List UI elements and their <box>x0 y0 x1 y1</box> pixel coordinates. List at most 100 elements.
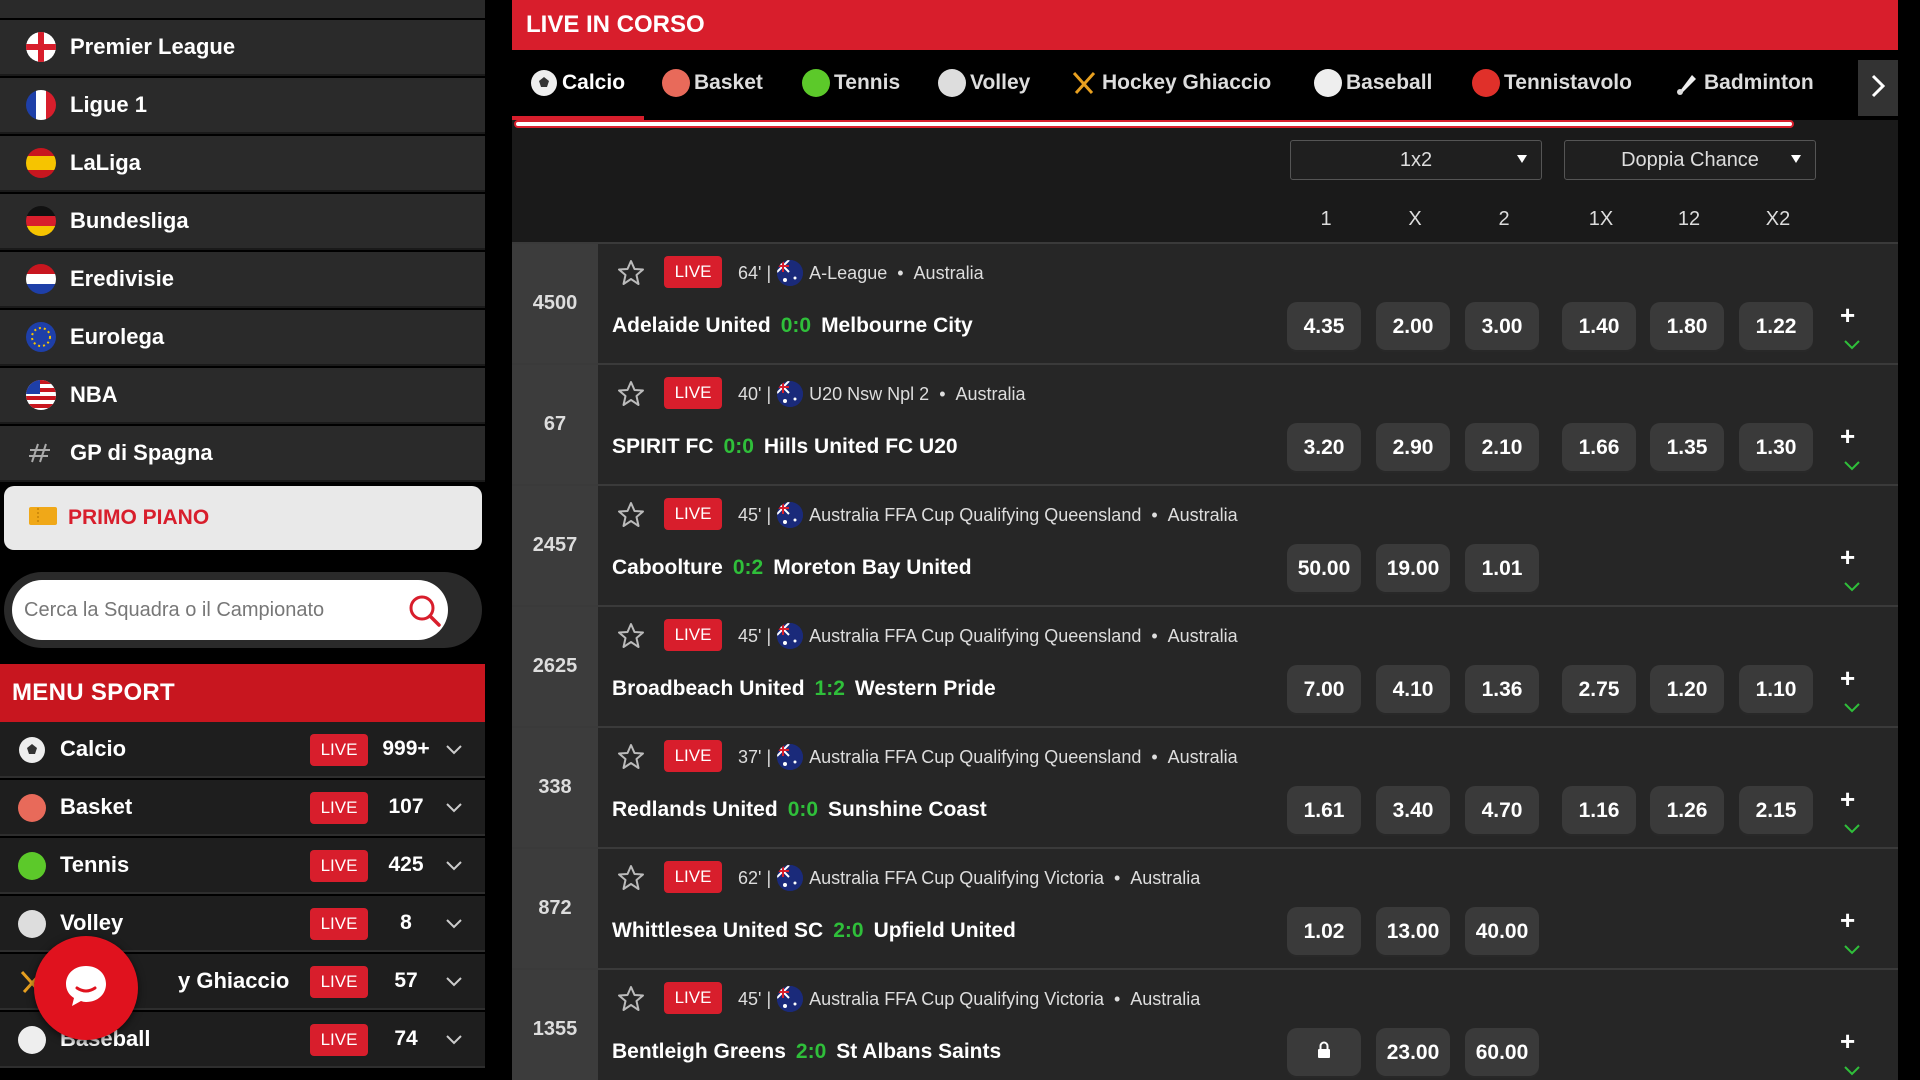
tab-badminton[interactable]: Badminton <box>1672 50 1814 116</box>
chevron-down-icon[interactable] <box>1842 943 1862 957</box>
chevron-down-icon[interactable] <box>444 740 464 760</box>
plus-icon[interactable]: + <box>1840 905 1855 936</box>
tab-calcio[interactable]: Calcio <box>530 50 625 116</box>
competition-name[interactable]: Australia FFA Cup Qualifying Victoria <box>809 868 1104 889</box>
plus-icon[interactable]: + <box>1840 300 1855 331</box>
match-row[interactable]: 1355 LIVE 45' | Australia FFA Cup Qualifyin… <box>512 968 1898 1080</box>
match-teams[interactable]: Adelaide United 0:0 Melbourne City <box>612 314 973 338</box>
match-id[interactable]: 2457 <box>512 486 598 605</box>
odd-button[interactable]: 1.66 <box>1562 423 1636 473</box>
sidebar-sport-basket[interactable]: Basket LIVE 107 <box>0 780 485 836</box>
odd-button[interactable]: 4.70 <box>1465 786 1539 836</box>
odd-button[interactable]: 40.00 <box>1465 907 1539 957</box>
chevron-down-icon[interactable] <box>444 798 464 818</box>
sidebar-league-laliga[interactable]: LaLiga <box>0 136 485 192</box>
chevron-down-icon[interactable] <box>444 1030 464 1050</box>
tab-tennis[interactable]: Tennis <box>802 50 900 116</box>
tab-basket[interactable]: Basket <box>662 50 763 116</box>
search-icon[interactable] <box>408 594 442 628</box>
star-icon[interactable] <box>616 500 646 530</box>
chevron-down-icon[interactable] <box>1842 1064 1862 1078</box>
competition-name[interactable]: Australia FFA Cup Qualifying Victoria <box>809 989 1104 1010</box>
sidebar-league-bundesliga[interactable]: Bundesliga <box>0 194 485 250</box>
odd-button[interactable]: 19.00 <box>1376 544 1450 594</box>
match-row[interactable]: 4500 LIVE 64' | A-League • Australia Adelaid… <box>512 242 1898 363</box>
odd-button[interactable]: 3.00 <box>1465 302 1539 352</box>
sidebar-league-premier-league[interactable]: Premier League <box>0 20 485 76</box>
sidebar-league-gp-di-spagna[interactable]: GP di Spagna <box>0 426 485 482</box>
odd-button[interactable]: 1.16 <box>1562 786 1636 836</box>
odd-button[interactable]: 13.00 <box>1376 907 1450 957</box>
plus-icon[interactable]: + <box>1840 542 1855 573</box>
odd-button[interactable]: 2.00 <box>1376 302 1450 352</box>
odd-button[interactable]: 1.20 <box>1650 665 1724 715</box>
match-teams[interactable]: Broadbeach United 1:2 Western Pride <box>612 677 996 701</box>
star-icon[interactable] <box>616 742 646 772</box>
match-row[interactable]: 338 LIVE 37' | Australia FFA Cup Qualifying… <box>512 726 1898 847</box>
chevron-down-icon[interactable] <box>444 972 464 992</box>
competition-name[interactable]: Australia FFA Cup Qualifying Queensland <box>809 747 1141 768</box>
match-row[interactable]: 2457 LIVE 45' | Australia FFA Cup Qualifyin… <box>512 484 1898 605</box>
match-teams[interactable]: Bentleigh Greens 2:0 St Albans Saints <box>612 1040 1001 1064</box>
odd-button[interactable]: 1.10 <box>1739 665 1813 715</box>
chat-button[interactable] <box>34 936 138 1040</box>
primo-piano-button[interactable]: PRIMO PIANO <box>4 486 482 550</box>
odd-button[interactable]: 60.00 <box>1465 1028 1539 1078</box>
star-icon[interactable] <box>616 984 646 1014</box>
plus-icon[interactable]: + <box>1840 663 1855 694</box>
star-icon[interactable] <box>616 379 646 409</box>
chevron-down-icon[interactable] <box>1842 822 1862 836</box>
match-row[interactable]: 872 LIVE 62' | Australia FFA Cup Qualifying… <box>512 847 1898 968</box>
odd-button[interactable]: 1.36 <box>1465 665 1539 715</box>
match-teams[interactable]: Caboolture 0:2 Moreton Bay United <box>612 556 972 580</box>
sidebar-sport-calcio[interactable]: Calcio LIVE 999+ <box>0 722 485 778</box>
odd-button[interactable]: 1.80 <box>1650 302 1724 352</box>
star-icon[interactable] <box>616 621 646 651</box>
match-id[interactable]: 67 <box>512 365 598 484</box>
odd-button[interactable]: 7.00 <box>1287 665 1361 715</box>
match-id[interactable]: 4500 <box>512 244 598 363</box>
odd-button[interactable]: 23.00 <box>1376 1028 1450 1078</box>
odd-button[interactable]: 4.10 <box>1376 665 1450 715</box>
plus-icon[interactable]: + <box>1840 421 1855 452</box>
match-id[interactable]: 338 <box>512 728 598 847</box>
tab-tennistavolo[interactable]: Tennistavolo <box>1472 50 1632 116</box>
match-teams[interactable]: Redlands United 0:0 Sunshine Coast <box>612 798 987 822</box>
odd-button[interactable]: 1.01 <box>1465 544 1539 594</box>
tabs-scrollbar[interactable] <box>514 120 1794 128</box>
competition-name[interactable]: Australia FFA Cup Qualifying Queensland <box>809 505 1141 526</box>
odd-button[interactable]: 1.02 <box>1287 907 1361 957</box>
sidebar-league-eredivisie[interactable]: Eredivisie <box>0 252 485 308</box>
competition-name[interactable]: U20 Nsw Npl 2 <box>809 384 929 405</box>
competition-name[interactable]: Australia FFA Cup Qualifying Queensland <box>809 626 1141 647</box>
tab-hockey-ghiaccio[interactable]: Hockey Ghiaccio <box>1070 50 1271 116</box>
chevron-down-icon[interactable] <box>1842 580 1862 594</box>
sidebar-sport-tennis[interactable]: Tennis LIVE 425 <box>0 838 485 894</box>
odd-button[interactable]: 1.22 <box>1739 302 1813 352</box>
sidebar-league-nba[interactable]: NBA <box>0 368 485 424</box>
market-select-doppia-chance[interactable]: Doppia Chance <box>1564 140 1816 180</box>
odd-button[interactable]: 2.15 <box>1739 786 1813 836</box>
chevron-down-icon[interactable] <box>444 914 464 934</box>
chevron-down-icon[interactable] <box>1842 701 1862 715</box>
match-id[interactable]: 2625 <box>512 607 598 726</box>
match-teams[interactable]: SPIRIT FC 0:0 Hills United FC U20 <box>612 435 958 459</box>
chevron-down-icon[interactable] <box>444 856 464 876</box>
odd-button[interactable]: 3.20 <box>1287 423 1361 473</box>
odd-button[interactable]: 4.35 <box>1287 302 1361 352</box>
match-id[interactable]: 872 <box>512 849 598 968</box>
odd-button[interactable]: 1.40 <box>1562 302 1636 352</box>
search-input[interactable] <box>24 598 414 622</box>
sidebar-league-eurolega[interactable]: Eurolega <box>0 310 485 366</box>
plus-icon[interactable]: + <box>1840 784 1855 815</box>
odd-button[interactable]: 3.40 <box>1376 786 1450 836</box>
odd-button[interactable]: 1.30 <box>1739 423 1813 473</box>
match-teams[interactable]: Whittlesea United SC 2:0 Upfield United <box>612 919 1016 943</box>
market-select-1x2[interactable]: 1x2 <box>1290 140 1542 180</box>
tab-baseball[interactable]: Baseball <box>1314 50 1432 116</box>
match-row[interactable]: 2625 LIVE 45' | Australia FFA Cup Qualifyin… <box>512 605 1898 726</box>
star-icon[interactable] <box>616 258 646 288</box>
competition-name[interactable]: A-League <box>809 263 887 284</box>
odd-button[interactable]: 2.10 <box>1465 423 1539 473</box>
match-id[interactable]: 1355 <box>512 970 598 1080</box>
